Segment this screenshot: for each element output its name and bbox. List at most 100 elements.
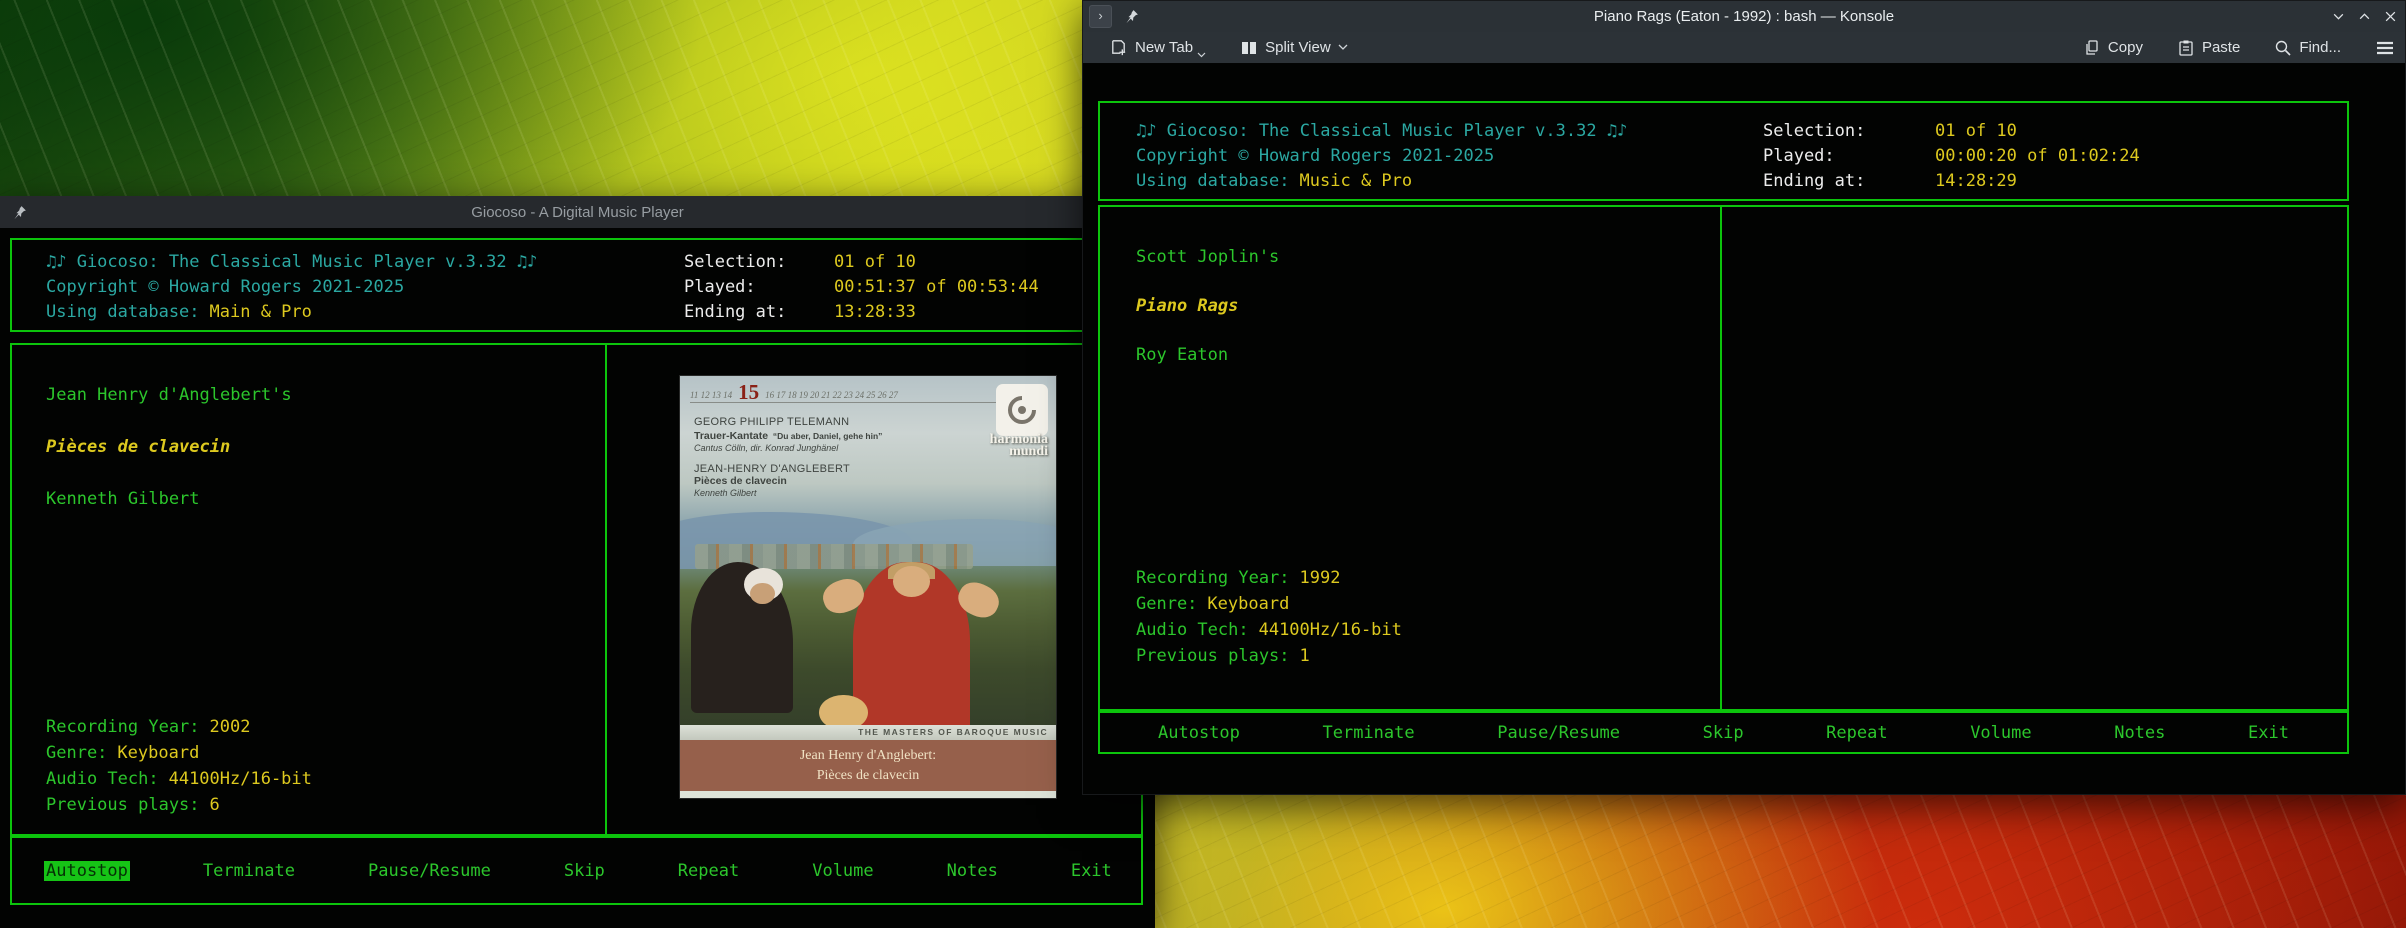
- front-window-titlebar[interactable]: › Piano Rags (Eaton - 1992) : bash — Kon…: [1083, 1, 2405, 32]
- front-menu-box: Autostop Terminate Pause/Resume Skip Rep…: [1098, 711, 2349, 754]
- desktop: Giocoso - A Digital Music Player ♫♪ Gioc…: [0, 0, 2406, 928]
- detail-value: 1992: [1300, 568, 1341, 588]
- back-header-box: ♫♪ Giocoso: The Classical Music Player v…: [10, 238, 1143, 332]
- db-value: Main & Pro: [210, 302, 312, 322]
- hamburger-menu-button[interactable]: [2375, 40, 2395, 56]
- close-button[interactable]: [2384, 10, 2397, 23]
- pin-icon[interactable]: [12, 205, 27, 220]
- status-value: 01 of 10: [1935, 119, 2017, 144]
- status-value: 00:00:20 of 01:02:24: [1935, 144, 2140, 169]
- album-calendar-strip: 11 12 13 141516 17 18 19 20 21 22 23 24 …: [690, 384, 1046, 403]
- minimize-button[interactable]: [2332, 10, 2345, 23]
- konsole-window-front: › Piano Rags (Eaton - 1992) : bash — Kon…: [1082, 0, 2406, 795]
- menu-item-notes[interactable]: Notes: [2114, 723, 2165, 743]
- db-label: Using database:: [46, 302, 200, 322]
- split-view-icon: [1240, 39, 1258, 57]
- menu-item-autostop[interactable]: Autostop: [1158, 723, 1240, 743]
- status-label: Ending at:: [684, 300, 834, 325]
- menu-item-repeat[interactable]: Repeat: [678, 861, 739, 881]
- pin-icon[interactable]: [1124, 9, 1139, 24]
- status-value: 01 of 10: [834, 250, 916, 275]
- titlebar-menu-button[interactable]: ›: [1089, 5, 1112, 28]
- detail-label: Previous plays:: [46, 795, 200, 815]
- back-status-block: Selection:01 of 10 Played:00:51:37 of 00…: [684, 250, 1039, 325]
- detail-label: Genre:: [1136, 594, 1197, 614]
- detail-value: 1: [1300, 646, 1310, 666]
- chevron-down-icon: [1197, 52, 1206, 58]
- new-tab-icon: [1109, 38, 1128, 57]
- paste-icon: [2177, 39, 2195, 57]
- status-label: Selection:: [684, 250, 834, 275]
- copyright-line: Copyright © Howard Rogers 2021-2025: [1136, 144, 1627, 169]
- pane-divider: [1720, 207, 1722, 709]
- album-caption: Jean Henry d'Anglebert: Pièces de clavec…: [680, 740, 1056, 791]
- copy-icon: [2083, 39, 2101, 57]
- status-value: 14:28:29: [1935, 169, 2017, 194]
- detail-label: Previous plays:: [1136, 646, 1290, 666]
- detail-label: Audio Tech:: [1136, 620, 1249, 640]
- status-label: Selection:: [1763, 119, 1935, 144]
- front-status-block: Selection:01 of 10 Played:00:00:20 of 01…: [1763, 119, 2140, 194]
- composer: Jean Henry d'Anglebert's: [46, 383, 292, 408]
- app-title-line: ♫♪ Giocoso: The Classical Music Player v…: [46, 250, 537, 275]
- back-menu-box: Autostop Terminate Pause/Resume Skip Rep…: [10, 836, 1143, 905]
- menu-item-repeat[interactable]: Repeat: [1826, 723, 1887, 743]
- menu-item-volume[interactable]: Volume: [1970, 723, 2031, 743]
- detail-value: 6: [210, 795, 220, 815]
- harmonia-mundi-logo: [996, 384, 1048, 436]
- status-value: 00:51:37 of 00:53:44: [834, 275, 1039, 300]
- menu-item-volume[interactable]: Volume: [812, 861, 873, 881]
- menu-item-exit[interactable]: Exit: [1071, 861, 1112, 881]
- copyright-line: Copyright © Howard Rogers 2021-2025: [46, 275, 537, 300]
- menu-item-skip[interactable]: Skip: [1703, 723, 1744, 743]
- back-window-titlebar[interactable]: Giocoso - A Digital Music Player: [0, 196, 1155, 228]
- db-label: Using database:: [1136, 171, 1290, 191]
- front-window-title: Piano Rags (Eaton - 1992) : bash — Konso…: [1083, 8, 2405, 25]
- front-content-box: Scott Joplin's Piano Rags Roy Eaton Reco…: [1098, 205, 2349, 711]
- menu-item-terminate[interactable]: Terminate: [203, 861, 295, 881]
- status-label: Played:: [684, 275, 834, 300]
- app-title-line: ♫♪ Giocoso: The Classical Music Player v…: [1136, 119, 1627, 144]
- performer: Kenneth Gilbert: [46, 487, 292, 512]
- detail-value: 44100Hz/16-bit: [169, 769, 312, 789]
- album-series-band: THE MASTERS OF BAROQUE MUSIC: [680, 725, 1056, 740]
- db-value: Music & Pro: [1300, 171, 1413, 191]
- detail-value: Keyboard: [117, 743, 199, 763]
- detail-value: 44100Hz/16-bit: [1259, 620, 1402, 640]
- menu-item-terminate[interactable]: Terminate: [1322, 723, 1414, 743]
- giocoso-window-back: Giocoso - A Digital Music Player ♫♪ Gioc…: [0, 196, 1155, 928]
- paste-button[interactable]: Paste: [2177, 39, 2240, 57]
- menu-item-autostop[interactable]: Autostop: [44, 861, 130, 881]
- menu-item-pause-resume[interactable]: Pause/Resume: [1497, 723, 1620, 743]
- detail-value: 2002: [210, 717, 251, 737]
- status-value: 13:28:33: [834, 300, 916, 325]
- detail-label: Recording Year:: [46, 717, 200, 737]
- performer: Roy Eaton: [1136, 343, 1279, 368]
- front-terminal: ♫♪ Giocoso: The Classical Music Player v…: [1083, 63, 2405, 794]
- back-content-box: Jean Henry d'Anglebert's Pièces de clave…: [10, 343, 1143, 836]
- hamburger-icon: [2375, 40, 2395, 56]
- back-window-title: Giocoso - A Digital Music Player: [0, 204, 1155, 221]
- chevron-down-icon: [1338, 44, 1348, 51]
- status-label: Ending at:: [1763, 169, 1935, 194]
- status-label: Played:: [1763, 144, 1935, 169]
- new-tab-button[interactable]: New Tab: [1109, 38, 1206, 57]
- harmonia-mundi-text: harmonia mundi: [990, 434, 1048, 458]
- menu-item-exit[interactable]: Exit: [2248, 723, 2289, 743]
- copy-button[interactable]: Copy: [2083, 39, 2143, 57]
- search-icon: [2274, 39, 2292, 57]
- back-terminal: ♫♪ Giocoso: The Classical Music Player v…: [0, 228, 1155, 928]
- konsole-toolbar: New Tab Split View Copy Paste Find...: [1083, 32, 2405, 64]
- detail-value: Keyboard: [1207, 594, 1289, 614]
- menu-item-notes[interactable]: Notes: [947, 861, 998, 881]
- find-button[interactable]: Find...: [2274, 39, 2341, 57]
- menu-item-pause-resume[interactable]: Pause/Resume: [368, 861, 491, 881]
- album-credits: GEORG PHILIPP TELEMANN Trauer-Kantate “D…: [694, 416, 882, 508]
- menu-item-skip[interactable]: Skip: [564, 861, 605, 881]
- work-title: Piano Rags: [1136, 294, 1279, 319]
- detail-label: Recording Year:: [1136, 568, 1290, 588]
- split-view-button[interactable]: Split View: [1240, 39, 1348, 57]
- maximize-button[interactable]: [2358, 10, 2371, 23]
- detail-label: Genre:: [46, 743, 107, 763]
- album-art: 11 12 13 141516 17 18 19 20 21 22 23 24 …: [680, 376, 1056, 798]
